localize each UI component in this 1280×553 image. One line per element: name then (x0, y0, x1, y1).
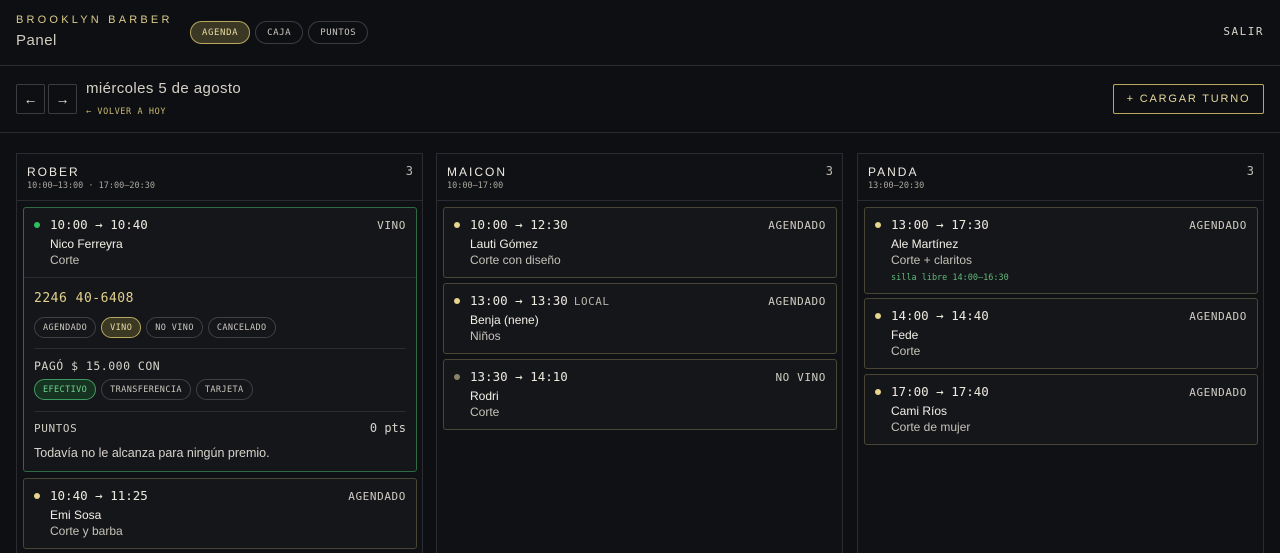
appointment-detail: 2246 40-6408 AGENDADO VINO NO VINO CANCE… (24, 277, 416, 471)
status-dot-icon (454, 374, 460, 380)
status-option-vino[interactable]: VINO (101, 317, 142, 338)
status-dot-icon (875, 313, 881, 319)
nav-tabs: AGENDA CAJA PUNTOS (190, 21, 369, 44)
appointment-time: 10:40 → 11:25 (50, 488, 148, 503)
status-option-no-vino[interactable]: NO VINO (146, 317, 203, 338)
appointment-status: VINO (377, 219, 406, 232)
appointment-time: 13:00 → 13:30 LOCAL (470, 293, 609, 308)
tab-puntos[interactable]: PUNTOS (308, 21, 369, 44)
brand-name: BROOKLYN BARBER (16, 14, 173, 26)
payment-option-tarjeta[interactable]: TARJETA (195, 379, 253, 400)
barber-hours: 10:00–17:00 (447, 181, 504, 191)
points-message: Todavía no le alcanza para ningún premio… (34, 446, 270, 460)
barber-column-maicon: MAICON 10:00–17:00 3 10:00 → 12:30 AGEND… (436, 153, 843, 553)
current-date: miércoles 5 de agosto (86, 80, 242, 97)
points-value: 0 pts (369, 421, 406, 435)
barber-column-panda: PANDA 13:00–20:30 3 13:00 → 17:30 AGENDA… (857, 153, 1264, 553)
status-dot-icon (454, 298, 460, 304)
appointment-card[interactable]: 13:30 → 14:10 NO VINO Rodri Corte (443, 359, 837, 430)
appointment-status: AGENDADO (768, 219, 826, 232)
service-name: Corte con diseño (470, 253, 561, 267)
status-dot-icon (34, 493, 40, 499)
barber-name: MAICON (447, 165, 507, 179)
service-name: Corte (470, 405, 500, 419)
service-name: Corte de mujer (891, 420, 971, 434)
payment-option-transferencia[interactable]: TRANSFERENCIA (101, 379, 191, 400)
divider (34, 411, 406, 412)
status-dot-icon (875, 389, 881, 395)
client-phone[interactable]: 2246 40-6408 (34, 291, 134, 306)
prev-day-button[interactable]: ← (16, 84, 45, 114)
barber-name: PANDA (868, 165, 919, 179)
barber-name: ROBER (27, 165, 80, 179)
service-name: Corte y barba (50, 524, 123, 538)
appointment-card[interactable]: 13:00 → 17:30 AGENDADO Ale Martínez Cort… (864, 207, 1258, 294)
logout-button[interactable]: SALIR (1223, 25, 1264, 38)
status-options: AGENDADO VINO NO VINO CANCELADO (34, 317, 276, 338)
service-name: Corte (891, 344, 921, 358)
client-name: Lauti Gómez (470, 237, 539, 251)
appointment-time: 17:00 → 17:40 (891, 384, 989, 399)
service-name: Niños (470, 329, 501, 343)
back-to-today-link[interactable]: ← VOLVER A HOY (86, 107, 166, 117)
divider (34, 348, 406, 349)
date-bar: ← → miércoles 5 de agosto ← VOLVER A HOY… (0, 66, 1280, 133)
status-option-cancelado[interactable]: CANCELADO (207, 317, 276, 338)
service-name: Corte + claritos (891, 253, 973, 267)
top-bar: BROOKLYN BARBER Panel AGENDA CAJA PUNTOS… (0, 0, 1280, 66)
appointment-time: 13:00 → 17:30 (891, 217, 989, 232)
appointment-time: 10:00 → 12:30 (470, 217, 568, 232)
tab-caja[interactable]: CAJA (255, 21, 304, 44)
appointment-count: 3 (405, 164, 413, 178)
client-name: Fede (891, 328, 919, 342)
appointment-card[interactable]: 13:00 → 13:30 LOCAL AGENDADO Benja (nene)… (443, 283, 837, 354)
appointment-status: AGENDADO (1189, 310, 1247, 323)
add-appointment-button[interactable]: + CARGAR TURNO (1113, 84, 1264, 114)
client-name: Benja (nene) (470, 313, 539, 327)
appointment-card[interactable]: 14:00 → 14:40 AGENDADO Fede Corte (864, 298, 1258, 369)
status-dot-icon (34, 222, 40, 228)
client-name: Cami Ríos (891, 404, 948, 418)
status-option-agendado[interactable]: AGENDADO (34, 317, 97, 338)
next-day-button[interactable]: → (48, 84, 77, 114)
location-tag: LOCAL (573, 295, 610, 308)
client-name: Emi Sosa (50, 508, 102, 522)
status-dot-icon (875, 222, 881, 228)
appointment-status: NO VINO (775, 371, 826, 384)
service-name: Corte (50, 253, 80, 267)
appointment-status: AGENDADO (1189, 386, 1247, 399)
free-chair-note: silla libre 14:00–16:30 (891, 273, 1009, 283)
appointment-time: 10:00 → 10:40 (50, 217, 148, 232)
column-header: ROBER 10:00–13:00 · 17:00–20:30 3 (17, 154, 422, 201)
appointment-card-expanded[interactable]: 10:00 → 10:40 VINO Nico Ferreyra Corte 2… (23, 207, 417, 472)
barber-column-rober: ROBER 10:00–13:00 · 17:00–20:30 3 10:00 … (16, 153, 423, 553)
client-name: Ale Martínez (891, 237, 959, 251)
appointment-card[interactable]: 17:00 → 17:40 AGENDADO Cami Ríos Corte d… (864, 374, 1258, 445)
appointment-card[interactable]: 10:00 → 12:30 AGENDADO Lauti Gómez Corte… (443, 207, 837, 278)
time-range: 13:00 → 13:30 (470, 293, 568, 308)
appointment-status: AGENDADO (348, 490, 406, 503)
barber-hours: 10:00–13:00 · 17:00–20:30 (27, 181, 155, 191)
payment-options: EFECTIVO TRANSFERENCIA TARJETA (34, 379, 253, 400)
barber-hours: 13:00–20:30 (868, 181, 925, 191)
appointment-count: 3 (825, 164, 833, 178)
payment-option-efectivo[interactable]: EFECTIVO (34, 379, 97, 400)
status-dot-icon (454, 222, 460, 228)
payment-label: PAGÓ $ 15.000 CON (34, 359, 161, 373)
appointment-count: 3 (1246, 164, 1254, 178)
appointment-status: AGENDADO (768, 295, 826, 308)
page-title: Panel (16, 32, 57, 49)
appointment-time: 14:00 → 14:40 (891, 308, 989, 323)
column-header: MAICON 10:00–17:00 3 (437, 154, 842, 201)
appointment-time: 13:30 → 14:10 (470, 369, 568, 384)
points-label: PUNTOS (34, 422, 78, 435)
client-name: Rodri (470, 389, 499, 403)
column-header: PANDA 13:00–20:30 3 (858, 154, 1263, 201)
appointment-card[interactable]: 10:40 → 11:25 AGENDADO Emi Sosa Corte y … (23, 478, 417, 549)
appointment-status: AGENDADO (1189, 219, 1247, 232)
client-name: Nico Ferreyra (50, 237, 123, 251)
tab-agenda[interactable]: AGENDA (190, 21, 251, 44)
